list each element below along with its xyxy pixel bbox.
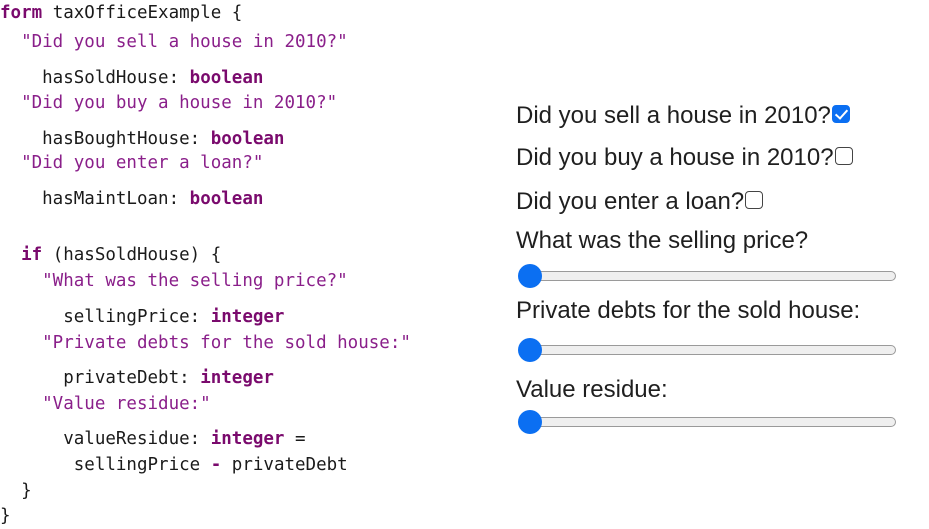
code-line: hasMaintLoan: boolean — [0, 188, 263, 210]
private-debt-slider[interactable] — [518, 338, 898, 362]
question-label: Did you buy a house in 2010? — [516, 144, 834, 171]
code-text: hasBoughtHouse: — [0, 129, 211, 149]
bought-house-checkbox[interactable] — [834, 147, 853, 165]
selling-price-slider[interactable] — [518, 264, 898, 288]
code-string: "What was the selling price?" — [0, 271, 348, 291]
code-text: = — [284, 429, 306, 449]
code-string: "Did you buy a house in 2010?" — [0, 93, 338, 113]
code-keyword: boolean — [189, 68, 264, 88]
value-residue-slider[interactable] — [518, 410, 898, 434]
code-text: taxOfficeExample { — [42, 3, 243, 23]
code-line: "Value residue:" — [0, 393, 211, 415]
code-line: hasSoldHouse: boolean — [0, 67, 263, 89]
code-text: sellingPrice — [0, 455, 211, 475]
code-keyword: boolean — [210, 129, 285, 149]
code-keyword: - — [210, 455, 222, 475]
code-line: sellingPrice: integer — [0, 306, 284, 328]
sold-house-checkbox[interactable] — [831, 105, 850, 123]
slider-track[interactable] — [520, 345, 896, 355]
code-string: "Did you sell a house in 2010?" — [0, 32, 348, 52]
code-line: sellingPrice - privateDebt — [0, 454, 348, 476]
code-text: hasSoldHouse: — [0, 68, 190, 88]
code-string: "Value residue:" — [0, 394, 211, 414]
selling-price-label: What was the selling price? — [516, 227, 809, 254]
code-line: privateDebt: integer — [0, 367, 274, 389]
slider-thumb[interactable] — [518, 338, 542, 362]
code-keyword: if — [21, 245, 43, 265]
code-line: "Did you enter a loan?" — [0, 152, 263, 174]
code-text: privateDebt — [221, 455, 348, 475]
code-line: form taxOfficeExample { — [0, 2, 242, 24]
code-line: "Private debts for the sold house:" — [0, 332, 411, 354]
code-keyword: integer — [210, 429, 285, 449]
code-string: "Did you enter a loan?" — [0, 153, 264, 173]
value-residue-label: Value residue: — [516, 376, 668, 403]
code-keyword: integer — [200, 368, 274, 388]
question-bought-house: Did you buy a house in 2010? — [516, 143, 853, 173]
code-line: if (hasSoldHouse) { — [0, 244, 221, 266]
code-line: } — [0, 480, 32, 502]
code-line: "Did you sell a house in 2010?" — [0, 31, 348, 53]
code-keyword: boolean — [189, 189, 264, 209]
code-text: } — [0, 481, 32, 501]
code-text: sellingPrice: — [0, 307, 211, 327]
slider-track[interactable] — [520, 417, 896, 427]
question-sold-house: Did you sell a house in 2010? — [516, 101, 850, 131]
question-label: Did you enter a loan? — [516, 188, 745, 215]
code-editor: form taxOfficeExample { "Did you sell a … — [0, 0, 500, 529]
slider-track[interactable] — [520, 271, 896, 281]
slider-thumb[interactable] — [518, 264, 542, 288]
code-text: valueResidue: — [0, 429, 211, 449]
code-text: } — [0, 506, 11, 526]
code-string: "Private debts for the sold house:" — [0, 333, 411, 353]
code-text: privateDebt: — [0, 368, 201, 388]
code-line: "What was the selling price?" — [0, 270, 348, 292]
rendered-form: Did you sell a house in 2010? Did you bu… — [516, 0, 929, 529]
loan-checkbox[interactable] — [745, 191, 764, 209]
question-loan: Did you enter a loan? — [516, 187, 764, 217]
code-text: (hasSoldHouse) { — [42, 245, 222, 265]
private-debt-label: Private debts for the sold house: — [516, 297, 861, 324]
question-label: Did you sell a house in 2010? — [516, 102, 831, 129]
slider-thumb[interactable] — [518, 410, 542, 434]
code-line: "Did you buy a house in 2010?" — [0, 92, 337, 114]
code-line: hasBoughtHouse: boolean — [0, 128, 284, 150]
code-line: } — [0, 505, 11, 527]
code-keyword: integer — [210, 307, 285, 327]
code-text: hasMaintLoan: — [0, 189, 190, 209]
code-line: valueResidue: integer = — [0, 428, 306, 450]
code-keyword: form — [0, 3, 43, 23]
